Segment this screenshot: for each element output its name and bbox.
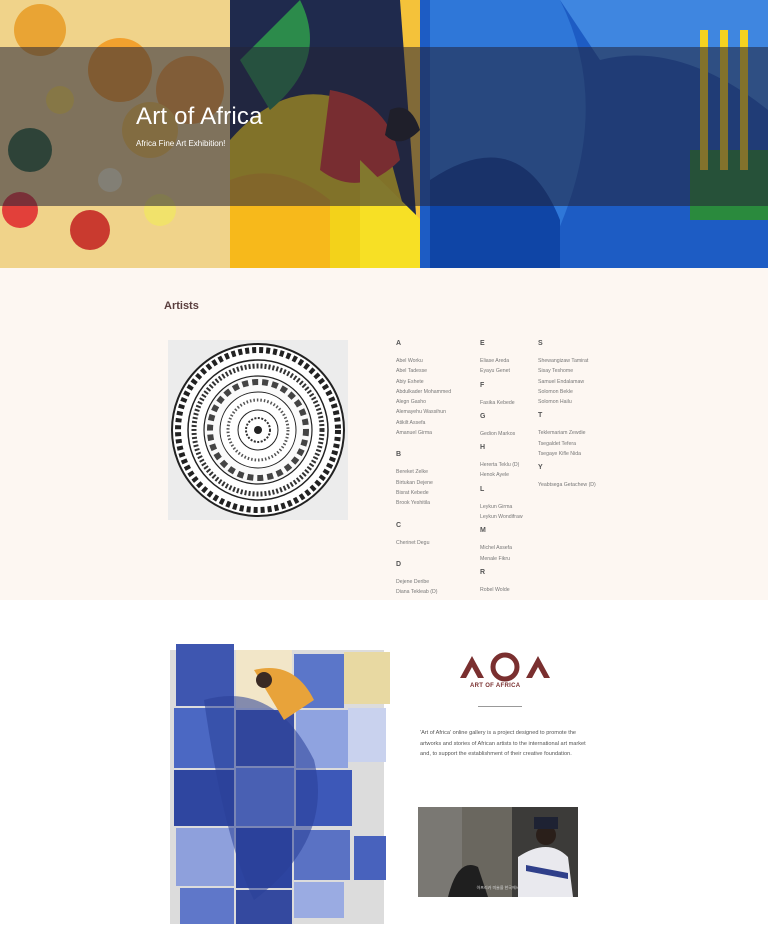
artist-link[interactable]: Abel Worku <box>396 356 476 366</box>
artist-link[interactable]: Alegn Gasho <box>396 397 476 407</box>
artist-link[interactable]: Alemayehu Wassihun <box>396 407 476 417</box>
artist-link[interactable]: Shewangizaw Tamirat <box>538 356 618 366</box>
artist-group-s: S Shewangizaw Tamirat Sisay Teshome Samu… <box>538 340 618 407</box>
artist-link[interactable]: Leykun Wondifraw <box>480 512 560 522</box>
artist-link[interactable]: Solomon Bekle <box>538 387 618 397</box>
artist-group-c: C Cherinet Degu <box>396 522 476 548</box>
group-letter: B <box>396 451 402 459</box>
group-letter: Y <box>538 464 543 472</box>
artist-link[interactable]: Michel Assefa <box>480 543 560 553</box>
page-title: Art of Africa <box>136 103 263 130</box>
artist-link[interactable]: Dejene Deribe <box>396 577 476 587</box>
group-letter: C <box>396 521 402 529</box>
hero-overlay <box>0 47 768 206</box>
artist-link[interactable]: Abdulkader Mohammed <box>396 387 476 397</box>
aoa-logo-icon <box>460 652 550 682</box>
artist-link[interactable]: Robel Wolde <box>480 585 560 595</box>
group-letter: S <box>538 340 543 347</box>
artist-link[interactable]: Samuel Endalamaw <box>538 377 618 387</box>
artist-group-b: B Bereket Zelke Birtukan Dejene Bisrat K… <box>396 451 476 508</box>
violinist-artwork-image <box>164 640 392 928</box>
brand-logo-text: ART OF AFRICA <box>470 683 521 689</box>
artist-link[interactable]: Tsegaye Kifle Nida <box>538 449 618 459</box>
artists-heading: Artists <box>164 300 199 312</box>
group-letter: D <box>396 560 402 568</box>
artist-group-m: M Michel Assefa Menale Fikru <box>480 527 560 564</box>
artists-section: Artists A Abel Worku Abel Tadesse Abiy E… <box>0 268 768 600</box>
about-description: 'Art of Africa' online gallery is a proj… <box>420 730 586 757</box>
about-artwork <box>164 640 392 928</box>
artist-group-d: D Dejene Deribe Diana Tekleab (D) <box>396 561 476 598</box>
artist-link[interactable]: Sisay Teshome <box>538 366 618 376</box>
artist-link[interactable]: Tsegaldet Tefera <box>538 439 618 449</box>
artist-column-1: A Abel Worku Abel Tadesse Abiy Eshete Ab… <box>396 340 476 602</box>
group-letter: T <box>538 412 543 420</box>
brand-logo <box>440 650 570 698</box>
page-subtitle: Africa Fine Art Exhibition! <box>136 139 226 148</box>
video-frame-image <box>418 807 578 897</box>
mandala-image <box>171 343 345 517</box>
artist-link[interactable]: Atikilt Assefa <box>396 418 476 428</box>
artist-group-y: Y Yeabtsega Getachew (D) <box>538 464 618 490</box>
artist-link[interactable]: Abel Tadesse <box>396 366 476 376</box>
artist-link[interactable]: Bisrat Kebede <box>396 488 476 498</box>
artist-link[interactable]: Menale Fikru <box>480 554 560 564</box>
artist-link[interactable]: Leykun Girma <box>480 502 560 512</box>
artist-link[interactable]: Amanuel Girma <box>396 428 476 438</box>
artist-group-a: A Abel Worku Abel Tadesse Abiy Eshete Ab… <box>396 340 476 438</box>
group-letter: M <box>480 527 486 535</box>
video-caption: 아프리카 미술을 한국에서 <box>476 885 520 890</box>
section-divider <box>22 600 746 609</box>
featured-artwork[interactable] <box>168 340 348 520</box>
artist-link[interactable]: Teklemariam Zewdie <box>538 428 618 438</box>
artist-link[interactable]: Brook Yeshitila <box>396 498 476 508</box>
artist-link[interactable]: Bereket Zelke <box>396 467 476 477</box>
artist-group-r: R Robel Wolde <box>480 569 560 595</box>
divider-line <box>478 706 522 707</box>
hero-banner: Art of Africa Africa Fine Art Exhibition… <box>0 0 768 268</box>
artist-group-t: T Teklemariam Zewdie Tsegaldet Tefera Ts… <box>538 412 618 459</box>
artist-column-3: S Shewangizaw Tamirat Sisay Teshome Samu… <box>538 340 618 496</box>
artist-link[interactable]: Diana Tekleab (D) <box>396 587 476 597</box>
artist-link[interactable]: Solomon Hailu <box>538 397 618 407</box>
artist-link[interactable]: Abiy Eshete <box>396 377 476 387</box>
group-letter: R <box>480 568 486 576</box>
artist-link[interactable]: Yeabtsega Getachew (D) <box>538 480 618 490</box>
artist-link[interactable]: Cherinet Degu <box>396 538 476 548</box>
artist-link[interactable]: Birtukan Dejene <box>396 478 476 488</box>
group-letter: A <box>396 340 402 347</box>
video-thumbnail[interactable]: 아프리카 미술을 한국에서 <box>418 807 578 897</box>
